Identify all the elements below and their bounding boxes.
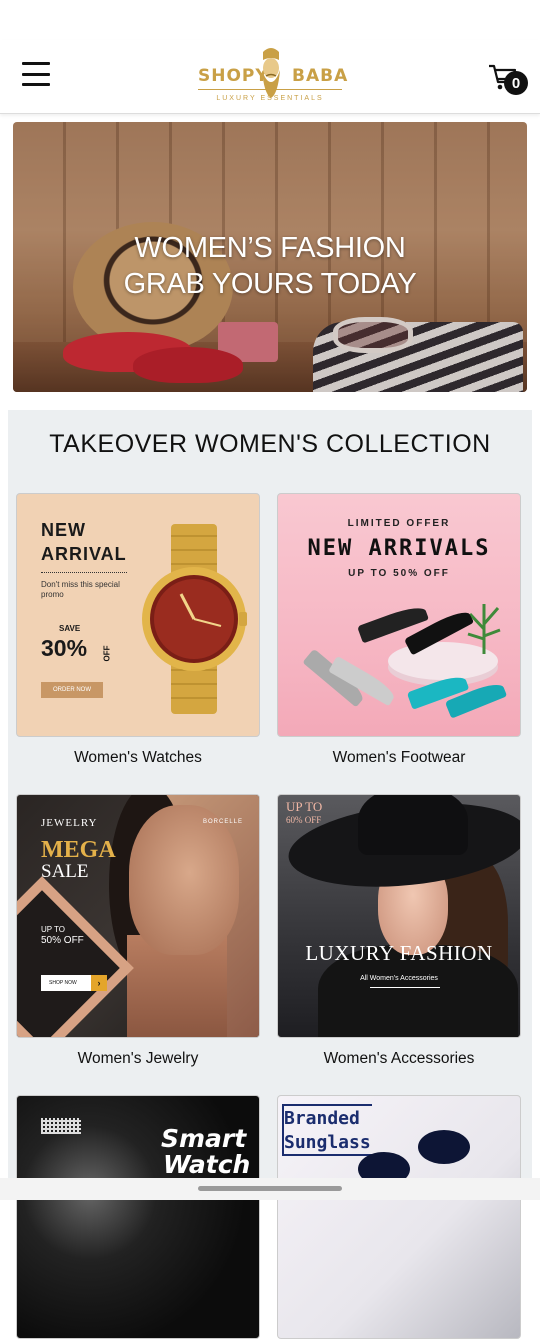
- shop-now-button: SHOP NOW ›: [41, 975, 107, 991]
- banner-text: MEGA: [41, 837, 116, 864]
- footwear-banner: LIMITED OFFER NEW ARRIVALS UP TO 50% OFF: [277, 493, 521, 737]
- banner-text: LIMITED OFFER: [278, 518, 520, 529]
- app-header: SHOPY BABA LUXURY ESSENTIALS 0: [0, 40, 540, 114]
- category-caption: Women's Accessories: [277, 1050, 521, 1068]
- hero-headline: WOMEN’S FASHION GRAB YOURS TODAY: [13, 230, 527, 302]
- accessories-banner: UP TO 60% OFF LUXURY FASHION All Women's…: [277, 794, 521, 1038]
- category-caption: Women's Footwear: [277, 749, 521, 767]
- system-nav-bar: [0, 1178, 540, 1200]
- model-hat-crown: [358, 794, 468, 855]
- cart-button[interactable]: 0: [488, 63, 532, 97]
- chevron-right-icon: ›: [91, 975, 107, 991]
- logo-divider: [198, 89, 342, 90]
- banner-text: OFF: [103, 646, 112, 662]
- order-now-button: ORDER NOW: [41, 682, 103, 698]
- category-card-footwear[interactable]: LIMITED OFFER NEW ARRIVALS UP TO 50% OFF…: [277, 493, 521, 767]
- dot-pattern: [41, 1118, 81, 1134]
- banner-text: 60% OFF: [286, 815, 321, 825]
- hamburger-menu-icon[interactable]: [22, 62, 50, 86]
- brand-logo[interactable]: SHOPY BABA LUXURY ESSENTIALS: [196, 46, 344, 110]
- divider: [41, 572, 127, 573]
- category-caption: Women's Jewelry: [16, 1050, 260, 1068]
- sunglass-banner: Branded Sunglass: [277, 1095, 521, 1339]
- cart-count-badge: 0: [504, 71, 528, 95]
- home-gesture-handle[interactable]: [198, 1186, 342, 1191]
- banner-text: Smart: [161, 1124, 246, 1153]
- category-caption: Women's Watches: [16, 749, 260, 767]
- shop-now-label: SHOP NOW: [49, 980, 77, 986]
- bearded-man-logo-icon: [258, 46, 284, 100]
- banner-text: Don't miss this special promo: [41, 580, 131, 600]
- banner-text: SALE: [41, 861, 89, 883]
- status-bar: [0, 0, 540, 40]
- category-card-sunglass[interactable]: Branded Sunglass: [277, 1095, 521, 1339]
- banner-text: Sunglass: [284, 1132, 371, 1153]
- collection-title: TAKEOVER WOMEN'S COLLECTION: [8, 430, 532, 459]
- watches-banner: NEW ARRIVAL Don't miss this special prom…: [16, 493, 260, 737]
- banner-discount: 30%: [41, 635, 87, 662]
- category-card-smart-watch[interactable]: Smart Watch: [16, 1095, 260, 1339]
- banner-text: Watch: [163, 1150, 250, 1179]
- banner-text: ARRIVAL: [41, 544, 127, 565]
- category-card-watches[interactable]: NEW ARRIVAL Don't miss this special prom…: [16, 493, 260, 767]
- hero-banner[interactable]: WOMEN’S FASHION GRAB YOURS TODAY: [13, 122, 527, 392]
- category-card-accessories[interactable]: UP TO 60% OFF LUXURY FASHION All Women's…: [277, 794, 521, 1068]
- banner-text: NEW ARRIVALS: [278, 536, 520, 561]
- banner-text: 50% OFF: [41, 935, 84, 946]
- banner-text: UP TO: [41, 925, 65, 934]
- banner-text: Branded: [284, 1108, 360, 1129]
- hero-line-1: WOMEN’S FASHION: [13, 230, 527, 266]
- model-face: [129, 805, 239, 955]
- watch-icon: [139, 524, 249, 714]
- banner-text: JEWELRY: [41, 817, 98, 829]
- collection-section: TAKEOVER WOMEN'S COLLECTION NEW ARRIVAL …: [8, 410, 532, 1200]
- banner-text: UP TO: [286, 799, 322, 815]
- banner-text: All Women's Accessories: [278, 975, 520, 982]
- banner-brand: BORCELLE: [203, 819, 243, 825]
- banner-text: UP TO 50% OFF: [278, 568, 520, 579]
- banner-text: SAVE: [59, 624, 80, 633]
- category-card-jewelry[interactable]: JEWELRY MEGA SALE BORCELLE UP TO 50% OFF…: [16, 794, 260, 1068]
- brand-name-right: BABA: [292, 66, 348, 86]
- banner-text: LUXURY FASHION: [278, 941, 520, 966]
- sunglasses-lens: [418, 1130, 470, 1164]
- jewelry-banner: JEWELRY MEGA SALE BORCELLE UP TO 50% OFF…: [16, 794, 260, 1038]
- smart-watch-banner: Smart Watch: [16, 1095, 260, 1339]
- banner-text: NEW: [41, 520, 86, 541]
- divider: [370, 987, 440, 988]
- brand-tagline: LUXURY ESSENTIALS: [196, 95, 344, 102]
- hero-line-2: GRAB YOURS TODAY: [13, 266, 527, 302]
